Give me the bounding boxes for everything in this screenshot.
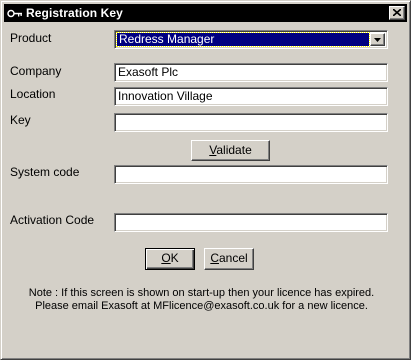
registration-key-dialog: Registration Key Product Redress Manager… — [0, 0, 411, 360]
chevron-down-icon — [374, 38, 381, 42]
cancel-button[interactable]: Cancel — [204, 248, 254, 270]
location-field[interactable]: Innovation Village — [114, 87, 388, 106]
close-icon — [393, 9, 401, 16]
cancel-mnemonic: C — [210, 251, 219, 265]
window-title: Registration Key — [26, 6, 123, 20]
company-label: Company — [10, 64, 62, 78]
validate-label: alidate — [216, 143, 252, 157]
product-select[interactable]: Redress Manager — [114, 30, 388, 49]
location-label: Location — [10, 87, 56, 101]
key-icon — [7, 9, 22, 18]
ok-button[interactable]: OK — [145, 248, 195, 270]
ok-mnemonic: O — [161, 251, 171, 265]
system-code-label: System code — [10, 165, 80, 179]
title-bar[interactable]: Registration Key — [4, 4, 407, 22]
close-button[interactable] — [389, 6, 405, 20]
licence-note-line-2: Please email Exasoft at MFlicence@exasof… — [35, 300, 368, 312]
key-label: Key — [10, 113, 31, 127]
activation-code-label: Activation Code — [10, 213, 95, 227]
cancel-label: ancel — [218, 251, 248, 265]
company-field[interactable]: Exasoft Plc — [114, 63, 388, 82]
key-field[interactable] — [114, 113, 388, 132]
product-dropdown-button[interactable] — [370, 33, 385, 46]
ok-label: K — [170, 251, 179, 265]
activation-code-field[interactable] — [114, 213, 388, 232]
system-code-field[interactable] — [114, 165, 388, 184]
product-label: Product — [10, 31, 52, 45]
validate-button[interactable]: Validate — [191, 140, 270, 161]
licence-note-line-1: Note : If this screen is shown on start-… — [28, 287, 375, 299]
product-select-value: Redress Manager — [116, 32, 370, 47]
